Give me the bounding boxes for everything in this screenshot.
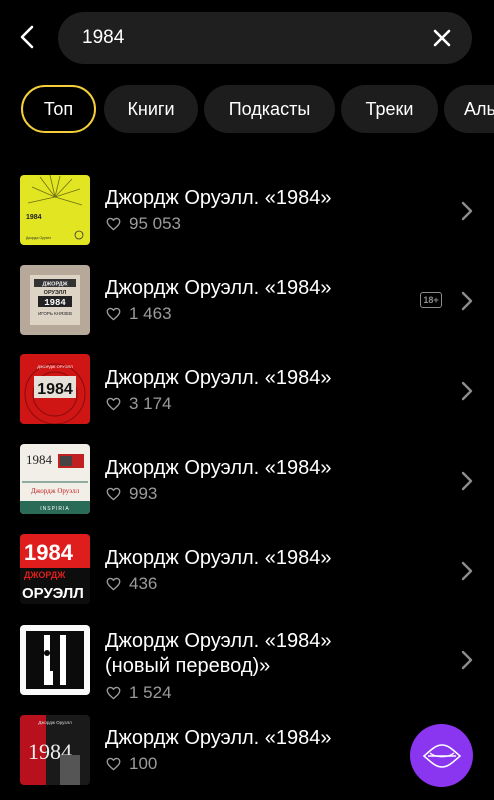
filter-chip-books[interactable]: Книги xyxy=(104,85,198,133)
search-header xyxy=(0,0,494,76)
like-count: 1 524 xyxy=(106,683,172,703)
result-title: Джордж Оруэлл. «1984» xyxy=(105,457,332,479)
cover-image: ДЖОРДЖ ОРУЭЛЛ 1984 xyxy=(20,354,90,424)
close-icon[interactable] xyxy=(430,26,454,50)
filter-chip-podcasts[interactable]: Подкасты xyxy=(204,85,335,133)
filter-chip-albums[interactable]: Аль xyxy=(444,85,494,133)
back-arrow-icon xyxy=(20,25,34,49)
cover-image: 1984 ДЖОРДЖ ОРУЭЛЛ xyxy=(20,534,90,604)
result-title: Джордж Оруэлл. «1984» xyxy=(105,547,332,569)
list-item[interactable]: 1984 Джордж Оруэлл Джордж Оруэлл. «1984»… xyxy=(0,165,494,255)
chevron-right-icon xyxy=(461,381,473,401)
heart-icon xyxy=(106,686,121,700)
cover-title: 1984 xyxy=(26,214,42,221)
like-count: 3 174 xyxy=(106,394,172,414)
like-count: 436 xyxy=(106,574,157,594)
filter-tabs: Топ Книги Подкасты Треки Аль xyxy=(0,85,494,133)
assistant-button[interactable] xyxy=(410,724,473,787)
cover-image: 1984 Джордж Оруэлл INSPIRIA xyxy=(20,444,90,514)
filter-chip-tracks[interactable]: Треки xyxy=(341,85,438,133)
chevron-right-icon xyxy=(461,291,473,311)
heart-icon xyxy=(106,577,121,591)
back-button[interactable] xyxy=(12,20,42,54)
search-screen: Топ Книги Подкасты Треки Аль 1984 Джордж… xyxy=(0,0,494,800)
list-item[interactable]: ДЖОРДЖ ОРУЭЛЛ 1984 ИГОРЬ КНЯЗЕВ Джордж О… xyxy=(0,255,494,345)
list-item[interactable]: 1984 Джордж Оруэлл INSPIRIA Джордж Оруэл… xyxy=(0,435,494,525)
search-bar xyxy=(58,12,472,64)
chevron-right-icon xyxy=(461,201,473,221)
heart-icon xyxy=(106,397,121,411)
result-title: Джордж Оруэлл. «1984» xyxy=(105,187,332,209)
cover-author: Джордж Оруэлл xyxy=(38,720,72,725)
like-count: 1 463 xyxy=(106,304,172,324)
heart-icon xyxy=(106,307,121,321)
cover-title: 1984 xyxy=(44,298,66,308)
cover-image xyxy=(20,625,90,695)
heart-icon xyxy=(106,217,121,231)
list-item[interactable]: ДЖОРДЖ ОРУЭЛЛ 1984 Джордж Оруэлл. «1984»… xyxy=(0,345,494,435)
heart-icon xyxy=(106,487,121,501)
cover-name: ОРУЭЛЛ xyxy=(22,585,84,602)
cover-author: Джордж Оруэлл xyxy=(31,487,80,495)
age-rating-badge: 18+ xyxy=(420,292,442,308)
search-input[interactable] xyxy=(82,12,412,64)
cover-publisher: INSPIRIA xyxy=(40,506,69,512)
cover-image: Джордж Оруэлл 1984 xyxy=(20,715,90,785)
cover-reader: ИГОРЬ КНЯЗЕВ xyxy=(38,311,72,316)
cover-author: Джордж Оруэлл xyxy=(26,236,51,240)
result-title: Джордж Оруэлл. «1984» xyxy=(105,727,332,749)
cover-image: ДЖОРДЖ ОРУЭЛЛ 1984 ИГОРЬ КНЯЗЕВ xyxy=(20,265,90,335)
result-title: Джордж Оруэлл. «1984» xyxy=(105,630,332,652)
cover-name: ОРУЭЛЛ xyxy=(44,290,67,296)
heart-icon xyxy=(106,757,121,771)
chevron-right-icon xyxy=(461,650,473,670)
result-title: Джордж Оруэлл. «1984» xyxy=(105,277,332,299)
assistant-wave-icon xyxy=(422,743,461,768)
list-item[interactable]: Джордж Оруэлл. «1984» (новый перевод)» 1… xyxy=(0,615,494,715)
cover-title: 1984 xyxy=(37,381,73,398)
cover-author: ДЖОРДЖ xyxy=(42,282,67,288)
chevron-right-icon xyxy=(461,561,473,581)
result-title: Джордж Оруэлл. «1984» xyxy=(105,367,332,389)
cover-author: ДЖОРДЖ ОРУЭЛЛ xyxy=(37,364,73,369)
cover-author: ДЖОРДЖ xyxy=(24,570,66,580)
like-count: 993 xyxy=(106,484,157,504)
result-title-line2: (новый перевод)» xyxy=(105,655,271,677)
chevron-right-icon xyxy=(461,471,473,491)
like-count: 95 053 xyxy=(106,214,181,234)
like-count: 100 xyxy=(106,754,157,774)
cover-image: 1984 Джордж Оруэлл xyxy=(20,175,90,245)
cover-title: 1984 xyxy=(24,540,74,565)
list-item[interactable]: 1984 ДЖОРДЖ ОРУЭЛЛ Джордж Оруэлл. «1984»… xyxy=(0,525,494,615)
cover-title: 1984 xyxy=(26,452,53,467)
filter-chip-top[interactable]: Топ xyxy=(21,85,96,133)
